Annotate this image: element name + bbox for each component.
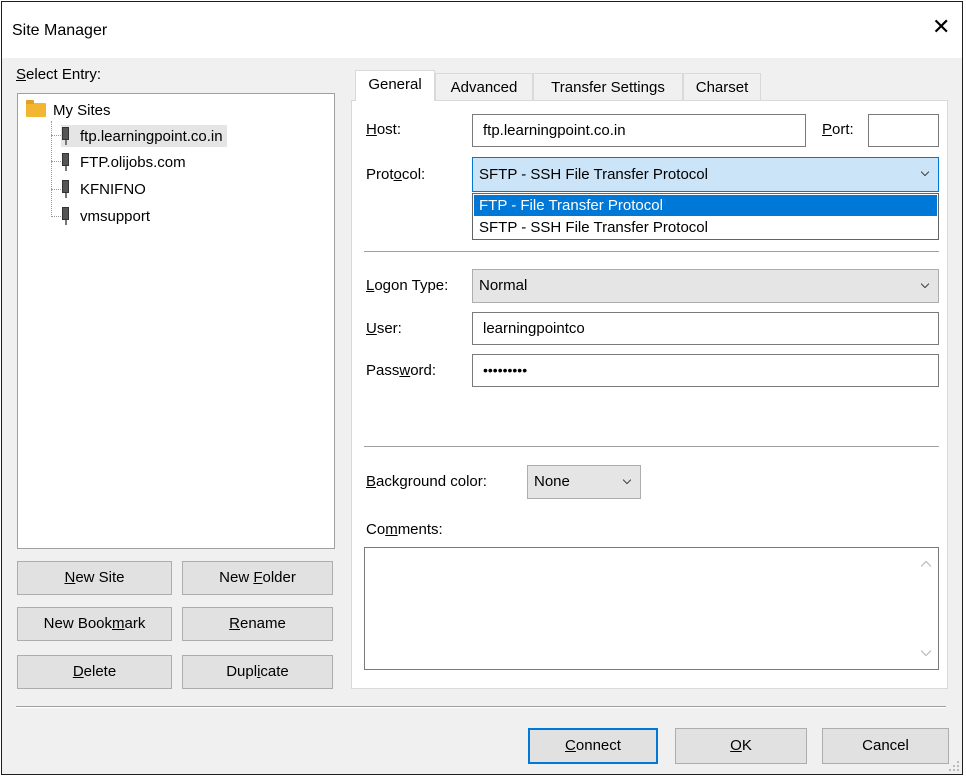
new-site-button[interactable]: New Site bbox=[17, 561, 172, 595]
protocol-option[interactable]: SFTP - SSH File Transfer Protocol bbox=[474, 217, 937, 238]
scroll-up-icon[interactable] bbox=[921, 560, 931, 567]
protocol-option[interactable]: FTP - File Transfer Protocol bbox=[474, 195, 937, 216]
protocol-label: Protocol: bbox=[366, 166, 426, 183]
server-icon bbox=[61, 180, 70, 198]
tree-root-my-sites[interactable]: My Sites bbox=[26, 100, 111, 120]
window-title: Site Manager bbox=[12, 22, 108, 39]
tree-item-label: FTP.olijobs.com bbox=[80, 153, 186, 171]
new-site-label: New Site bbox=[64, 569, 125, 586]
bg-color-value: None bbox=[534, 473, 570, 490]
new-folder-button[interactable]: New Folder bbox=[182, 561, 333, 595]
resize-grip-icon[interactable] bbox=[948, 760, 960, 772]
ok-button[interactable]: OK bbox=[675, 728, 807, 764]
tree-item-site[interactable]: ftp.learningpoint.co.in bbox=[61, 125, 227, 147]
protocol-dropdown-list: FTP - File Transfer Protocol SFTP - SSH … bbox=[472, 193, 939, 240]
user-input[interactable]: learningpointco bbox=[472, 312, 939, 345]
close-icon[interactable]: ✕ bbox=[932, 16, 950, 38]
new-bookmark-button[interactable]: New Bookmark bbox=[17, 607, 172, 641]
host-input[interactable]: ftp.learningpoint.co.in bbox=[472, 114, 806, 147]
cancel-button[interactable]: Cancel bbox=[822, 728, 949, 764]
protocol-value: SFTP - SSH File Transfer Protocol bbox=[479, 166, 708, 183]
select-entry-label: Select Entry: bbox=[16, 66, 102, 83]
tree-item-site[interactable]: vmsupport bbox=[61, 205, 154, 227]
server-icon bbox=[61, 207, 70, 225]
rename-label: Rename bbox=[229, 615, 286, 632]
rename-button[interactable]: Rename bbox=[182, 607, 333, 641]
duplicate-button[interactable]: Duplicate bbox=[182, 655, 333, 689]
logon-type-select[interactable]: Normal bbox=[472, 269, 939, 303]
new-folder-label: New Folder bbox=[219, 569, 296, 586]
protocol-select[interactable]: SFTP - SSH File Transfer Protocol bbox=[472, 157, 939, 192]
tree-root-label: My Sites bbox=[53, 101, 111, 119]
comments-textarea[interactable] bbox=[364, 547, 939, 670]
new-bookmark-label: New Bookmark bbox=[43, 615, 146, 632]
logon-type-label: Logon Type: bbox=[366, 277, 449, 294]
tab-charset[interactable]: Charset bbox=[683, 73, 761, 101]
tree-item-label: vmsupport bbox=[80, 207, 151, 225]
password-input[interactable]: ••••••••• bbox=[472, 354, 939, 387]
select-entry-label-rest: elect Entry: bbox=[26, 66, 102, 83]
title-bar: Site Manager ✕ bbox=[2, 2, 962, 58]
ok-label: OK bbox=[730, 737, 752, 754]
delete-label: Delete bbox=[72, 663, 117, 680]
footer-separator bbox=[16, 706, 946, 708]
tree-item-label: KFNIFNO bbox=[80, 180, 146, 198]
duplicate-label: Duplicate bbox=[226, 663, 289, 680]
tab-general[interactable]: General bbox=[355, 70, 435, 101]
server-icon bbox=[61, 127, 70, 145]
port-label: Port: bbox=[822, 121, 854, 138]
chevron-down-icon bbox=[921, 283, 929, 289]
connect-label: Connect bbox=[565, 737, 621, 754]
delete-button[interactable]: Delete bbox=[17, 655, 172, 689]
separator bbox=[364, 251, 939, 253]
server-icon bbox=[61, 153, 70, 171]
site-tree[interactable]: My Sites ftp.learningpoint.co.in FTP.oli… bbox=[17, 93, 335, 549]
comments-label: Comments: bbox=[366, 521, 443, 538]
user-label: User: bbox=[366, 320, 402, 337]
chevron-down-icon bbox=[623, 479, 631, 485]
separator bbox=[364, 446, 939, 448]
scroll-down-icon[interactable] bbox=[921, 650, 931, 657]
tree-item-site[interactable]: KFNIFNO bbox=[61, 178, 150, 200]
port-input[interactable] bbox=[868, 114, 939, 147]
tab-transfer-settings[interactable]: Transfer Settings bbox=[533, 73, 683, 101]
folder-icon bbox=[26, 100, 46, 117]
connect-button[interactable]: Connect bbox=[528, 728, 658, 764]
tree-item-site[interactable]: FTP.olijobs.com bbox=[61, 151, 190, 173]
tab-advanced[interactable]: Advanced bbox=[435, 73, 533, 101]
bg-color-label: Background color: bbox=[366, 473, 487, 490]
host-label: Host: bbox=[366, 121, 402, 138]
chevron-down-icon bbox=[921, 171, 929, 177]
logon-type-value: Normal bbox=[479, 277, 528, 294]
password-label: Password: bbox=[366, 362, 437, 379]
bg-color-select[interactable]: None bbox=[527, 465, 641, 499]
tree-item-label: ftp.learningpoint.co.in bbox=[80, 127, 223, 145]
